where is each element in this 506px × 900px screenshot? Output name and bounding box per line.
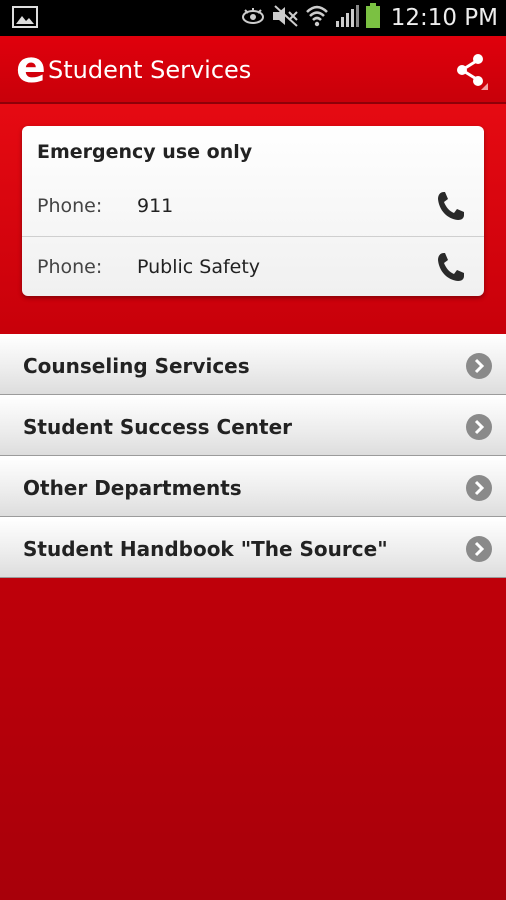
emergency-contact-911[interactable]: Phone: 911 <box>22 176 484 236</box>
app-logo[interactable]: e <box>16 44 46 92</box>
page-title: Student Services <box>48 56 252 84</box>
battery-icon <box>365 2 381 34</box>
contact-value: 911 <box>137 195 174 217</box>
chevron-right-icon <box>466 414 492 440</box>
mute-icon <box>271 4 299 32</box>
chevron-right-icon <box>466 353 492 379</box>
list-item-student-handbook[interactable]: Student Handbook "The Source" <box>0 517 506 578</box>
eye-icon <box>241 7 265 30</box>
contact-value: Public Safety <box>137 256 261 278</box>
emergency-section: Emergency use only Phone: 911 Phone: Pub… <box>0 104 506 332</box>
contact-label: Phone: <box>37 195 103 217</box>
list-item-other-departments[interactable]: Other Departments <box>0 456 506 517</box>
list-item-label: Counseling Services <box>23 354 250 378</box>
action-bar: e Student Services <box>0 36 506 104</box>
list-item-student-success-center[interactable]: Student Success Center <box>0 395 506 456</box>
emergency-title: Emergency use only <box>37 141 253 163</box>
services-list: Counseling Services Student Success Cent… <box>0 334 506 578</box>
list-item-label: Student Handbook "The Source" <box>23 537 388 561</box>
list-item-label: Other Departments <box>23 476 242 500</box>
clock: 12:10 PM <box>390 5 498 31</box>
list-item-counseling-services[interactable]: Counseling Services <box>0 334 506 395</box>
emergency-contact-public-safety[interactable]: Phone: Public Safety <box>22 236 484 297</box>
emergency-card: Emergency use only Phone: 911 Phone: Pub… <box>22 126 484 296</box>
signal-icon <box>335 4 359 33</box>
phone-icon[interactable] <box>436 251 466 283</box>
share-icon[interactable] <box>452 50 492 90</box>
chevron-right-icon <box>466 536 492 562</box>
status-bar: 12:10 PM <box>0 0 506 36</box>
image-icon <box>12 6 38 28</box>
list-item-label: Student Success Center <box>23 415 293 439</box>
wifi-icon <box>305 4 329 33</box>
chevron-right-icon <box>466 475 492 501</box>
contact-label: Phone: <box>37 256 103 278</box>
phone-icon[interactable] <box>436 190 466 222</box>
